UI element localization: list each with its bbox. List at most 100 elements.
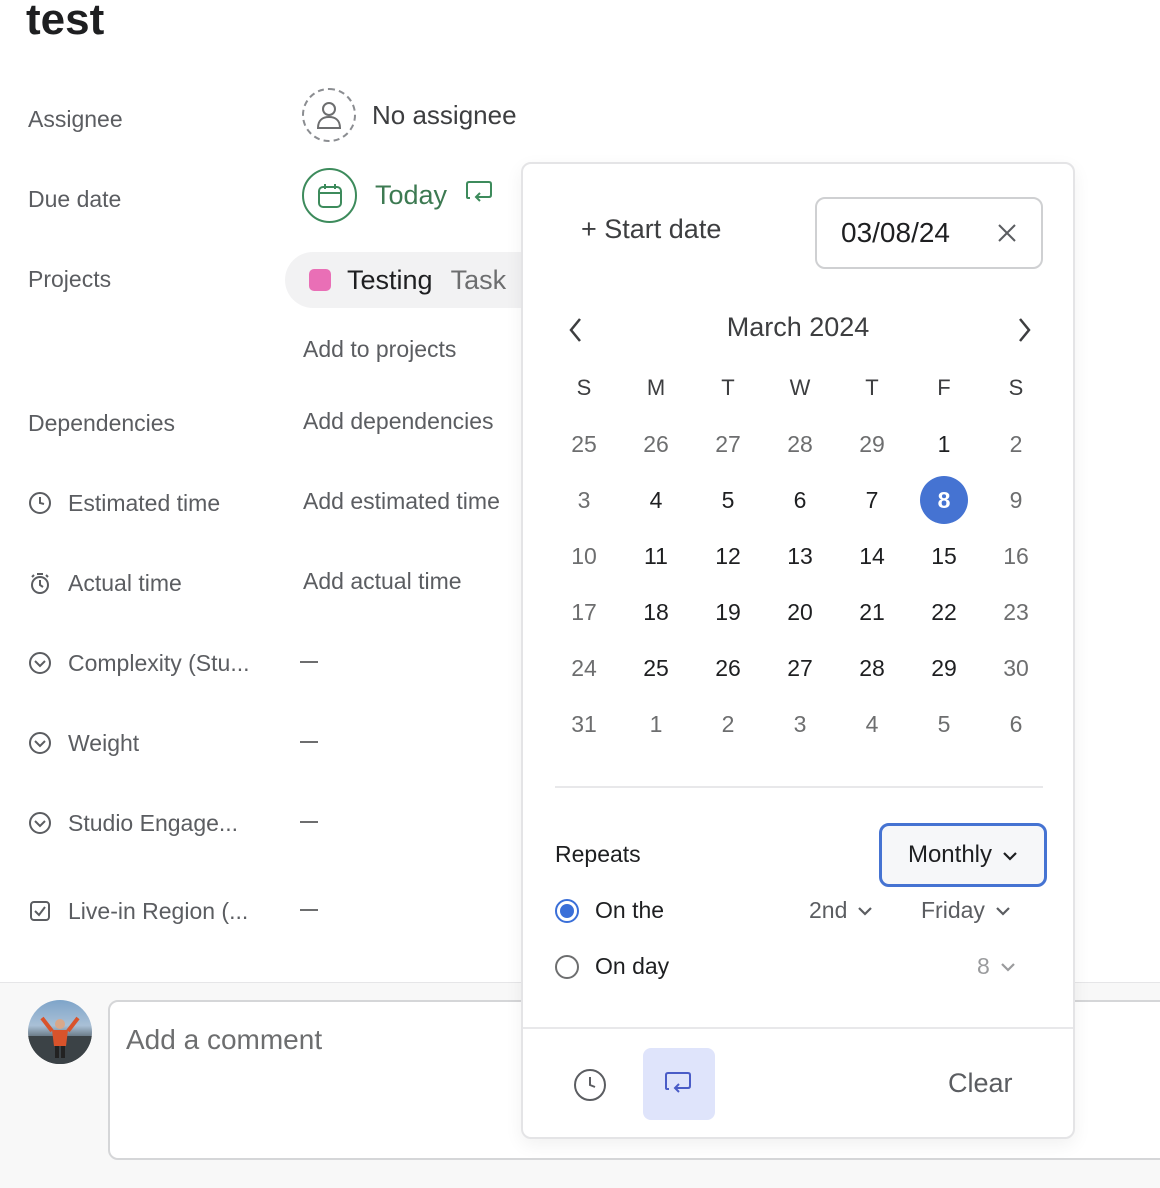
weekday-label: S xyxy=(576,375,592,400)
assignee-picker[interactable]: No assignee xyxy=(302,88,517,142)
weekday-label: M xyxy=(646,375,666,400)
calendar-day[interactable]: 5 xyxy=(692,472,764,528)
calendar-day[interactable]: 4 xyxy=(620,472,692,528)
calendar-day[interactable]: 13 xyxy=(764,528,836,584)
calendar-day[interactable]: 27 xyxy=(764,640,836,696)
calendar-day[interactable]: 12 xyxy=(692,528,764,584)
chevron-right-icon[interactable] xyxy=(1011,316,1037,344)
calendar-day[interactable]: 22 xyxy=(908,584,980,640)
stopwatch-icon xyxy=(28,571,52,595)
calendar-day[interactable]: 15 xyxy=(908,528,980,584)
calendar-day[interactable]: 3 xyxy=(548,472,620,528)
weekday-label: S xyxy=(1008,375,1024,400)
ordinal-select[interactable]: 2nd xyxy=(809,897,873,924)
calendar-day[interactable]: 29 xyxy=(836,416,908,472)
task-title[interactable]: test xyxy=(26,0,104,48)
add-actual-time-button[interactable]: Add actual time xyxy=(303,566,462,596)
clock-icon[interactable] xyxy=(569,1064,611,1106)
assignee-label: Assignee xyxy=(28,106,123,132)
calendar-day[interactable]: 26 xyxy=(620,416,692,472)
selected-day-marker[interactable]: 8 xyxy=(920,476,968,524)
date-picker-popover: + Start date 03/08/24 March 2024 S M T W… xyxy=(521,162,1075,1139)
due-date-input[interactable]: 03/08/24 xyxy=(815,197,1043,269)
calendar-day[interactable]: 29 xyxy=(908,640,980,696)
chevron-circle-icon xyxy=(28,651,52,675)
radio-unchecked[interactable] xyxy=(555,954,579,979)
calendar-day[interactable]: 17 xyxy=(548,584,620,640)
weekday-header: S M T W T F S xyxy=(548,360,1052,416)
calendar-day[interactable]: 25 xyxy=(548,416,620,472)
add-dependencies-button[interactable]: Add dependencies xyxy=(303,406,494,436)
clear-button[interactable]: Clear xyxy=(948,1068,1013,1099)
checkbox-icon xyxy=(28,899,52,923)
calendar-day[interactable]: 7 xyxy=(836,472,908,528)
calendar-day[interactable]: 6 xyxy=(764,472,836,528)
dependencies-label: Dependencies xyxy=(28,410,176,436)
calendar-day[interactable]: 3 xyxy=(764,696,836,752)
calendar-day[interactable]: 1 xyxy=(620,696,692,752)
calendar-day[interactable]: 6 xyxy=(980,696,1052,752)
calendar-day[interactable]: 28 xyxy=(836,640,908,696)
chevron-down-icon xyxy=(858,906,873,916)
chevron-circle-icon xyxy=(28,811,52,835)
weekday-select[interactable]: Friday xyxy=(921,897,1011,924)
month-navigation: March 2024 xyxy=(553,312,1043,348)
calendar-day[interactable]: 5 xyxy=(908,696,980,752)
due-date-picker[interactable]: Today xyxy=(302,168,495,223)
calendar-day[interactable]: 20 xyxy=(764,584,836,640)
calendar-day[interactable]: 2 xyxy=(692,696,764,752)
empty-value-dash[interactable] xyxy=(300,741,318,743)
radio-on-day[interactable]: On day xyxy=(555,953,669,980)
calendar-day[interactable]: 10 xyxy=(548,528,620,584)
calendar-week: 17 18 19 20 21 22 23 xyxy=(548,584,1052,640)
calendar-day[interactable]: 4 xyxy=(836,696,908,752)
repeat-icon xyxy=(465,180,495,211)
add-start-date-button[interactable]: + Start date xyxy=(581,214,721,245)
calendar-week: 24 25 26 27 28 29 30 xyxy=(548,640,1052,696)
calendar-day[interactable]: 19 xyxy=(692,584,764,640)
custom-field-label: Weight xyxy=(28,728,139,758)
calendar-day[interactable]: 2 xyxy=(980,416,1052,472)
calendar-day[interactable]: 21 xyxy=(836,584,908,640)
calendar-day[interactable]: 31 xyxy=(548,696,620,752)
repeat-toggle-button[interactable] xyxy=(643,1048,715,1120)
radio-checked[interactable] xyxy=(555,898,579,923)
calendar-week: 3456789 xyxy=(548,472,1052,528)
clock-icon xyxy=(28,491,52,515)
calendar-day[interactable]: 14 xyxy=(836,528,908,584)
calendar-day[interactable]: 30 xyxy=(980,640,1052,696)
user-avatar xyxy=(28,1000,92,1064)
add-to-projects-button[interactable]: Add to projects xyxy=(303,334,456,364)
project-name: Testing xyxy=(347,264,433,295)
empty-value-dash[interactable] xyxy=(300,661,318,663)
calendar-day[interactable]: 8 xyxy=(908,472,980,528)
calendar-day[interactable]: 25 xyxy=(620,640,692,696)
divider xyxy=(523,1027,1073,1029)
add-estimated-time-button[interactable]: Add estimated time xyxy=(303,486,500,516)
calendar-day[interactable]: 18 xyxy=(620,584,692,640)
divider xyxy=(555,786,1043,788)
weekday-label: T xyxy=(865,375,879,400)
calendar-day[interactable]: 28 xyxy=(764,416,836,472)
calendar-day[interactable]: 11 xyxy=(620,528,692,584)
calendar-day[interactable]: 24 xyxy=(548,640,620,696)
radio-on-the[interactable]: On the xyxy=(555,897,664,924)
project-section-select[interactable]: Task xyxy=(451,265,507,296)
empty-value-dash[interactable] xyxy=(300,821,318,823)
repeat-icon xyxy=(665,1072,691,1093)
calendar-day[interactable]: 26 xyxy=(692,640,764,696)
comment-placeholder: Add a comment xyxy=(126,1024,323,1055)
calendar-day[interactable]: 23 xyxy=(980,584,1052,640)
empty-value-dash[interactable] xyxy=(300,909,318,911)
calendar-day[interactable]: 1 xyxy=(908,416,980,472)
estimated-time-label: Estimated time xyxy=(28,488,220,518)
day-select[interactable]: 8 xyxy=(977,953,1016,980)
calendar-week: 25 26 27 28 29 1 2 xyxy=(548,416,1052,472)
clear-date-icon[interactable] xyxy=(995,221,1019,245)
due-date-label: Due date xyxy=(28,186,122,212)
calendar-day[interactable]: 9 xyxy=(980,472,1052,528)
repeat-frequency-select[interactable]: Monthly xyxy=(879,823,1047,887)
calendar-day[interactable]: 16 xyxy=(980,528,1052,584)
chevron-down-icon xyxy=(1002,841,1018,869)
calendar-day[interactable]: 27 xyxy=(692,416,764,472)
